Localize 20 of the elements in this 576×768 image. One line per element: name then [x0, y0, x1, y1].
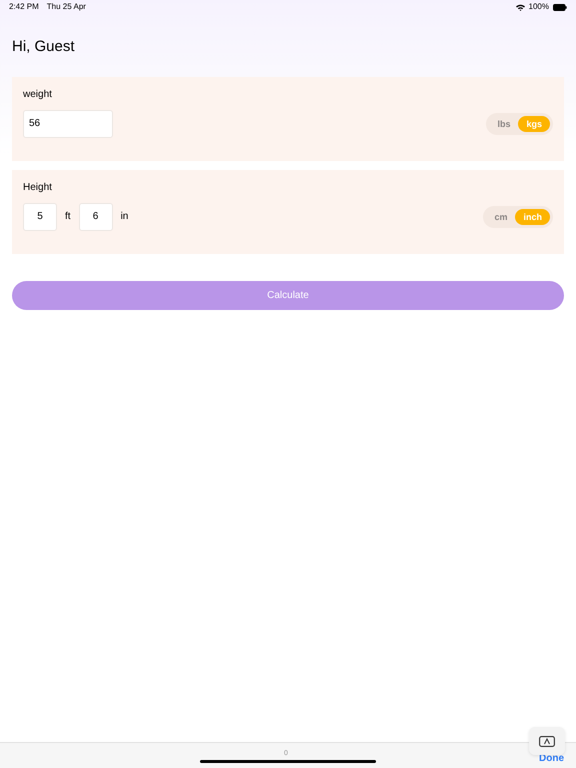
number-field[interactable]: 56	[23, 110, 113, 138]
unit-option[interactable]: kgs	[518, 116, 550, 132]
calculate-button[interactable]: Calculate	[12, 280, 564, 310]
status-time: 2:42 PM	[9, 1, 39, 13]
battery-percent: 100%	[528, 1, 549, 13]
battery-icon	[553, 4, 567, 10]
number-field[interactable]: 6	[78, 202, 113, 230]
unit-label: in	[120, 210, 128, 224]
greeting: Hi, Guest	[12, 37, 76, 57]
unit-option[interactable]: inch	[515, 208, 550, 224]
section-title: weight	[23, 88, 53, 102]
unit-label: ft	[65, 210, 71, 224]
status-date: Thu 25 Apr	[46, 1, 86, 13]
keyboard-icon	[539, 736, 555, 746]
keyboard-button[interactable]	[529, 727, 565, 755]
unit-option[interactable]: cm	[486, 208, 516, 224]
section-title: Height	[23, 180, 53, 194]
number-field[interactable]: 5	[23, 202, 57, 230]
unit-option[interactable]: lbs	[489, 116, 518, 132]
wifi-icon	[516, 4, 525, 10]
